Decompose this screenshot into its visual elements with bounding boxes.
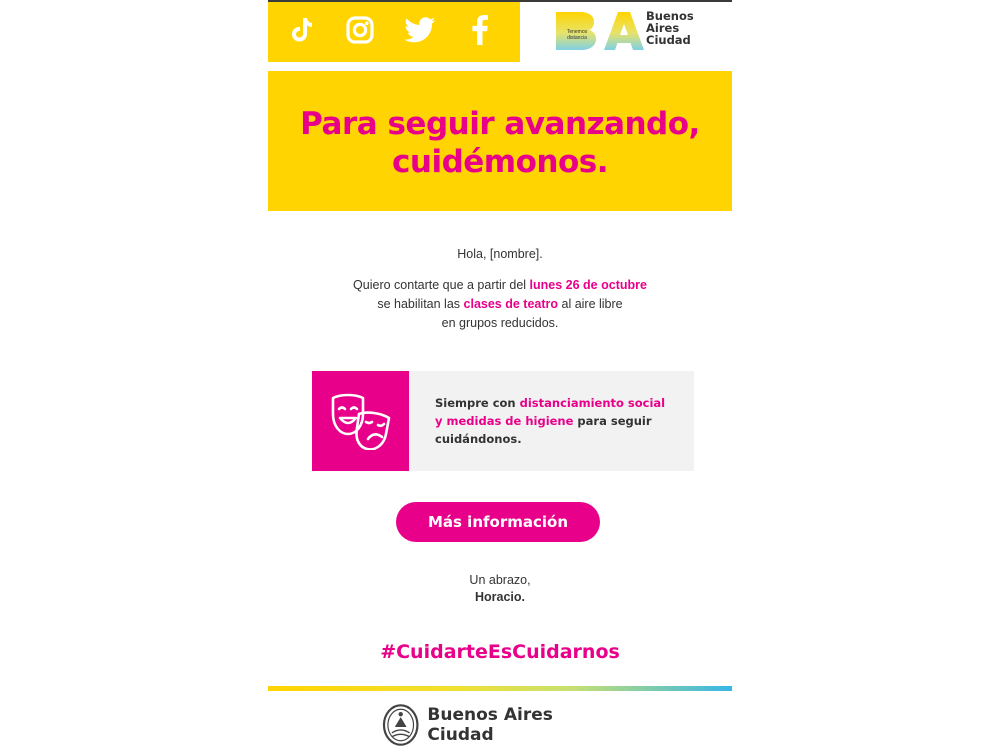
message: Quiero contarte que a partir del lunes 2…	[268, 276, 732, 333]
hashtag: #CuidarteEsCuidarnos	[380, 641, 620, 663]
info-line3: cuidándonos.	[435, 432, 522, 446]
info-line2-text: para seguir	[573, 414, 652, 428]
info-line2: y medidas de higiene para seguir	[435, 412, 675, 430]
signoff-name: Horacio.	[474, 590, 525, 604]
theater-masks-icon	[331, 393, 390, 450]
message-line3: en grupos reducidos.	[441, 316, 559, 330]
message-line2: se habilitan las clases de teatro al air…	[268, 295, 732, 314]
city-logo: Tenemos distancia Buenos Aires Ciudad	[520, 0, 732, 62]
message-line2-end: al aire libre	[558, 297, 623, 311]
more-info-button[interactable]: Más información	[396, 502, 600, 542]
logo-name-line3: Ciudad	[646, 33, 691, 47]
message-line1-text: Quiero contarte que a partir del	[353, 278, 530, 292]
hero-title-line1: Para seguir avanzando,	[300, 106, 700, 142]
facebook-icon[interactable]	[462, 12, 498, 48]
footer-brand: Buenos Aires Ciudad	[427, 705, 553, 745]
gradient-divider	[268, 686, 732, 691]
email-body: Tenemos distancia Buenos Aires Ciudad Pa…	[268, 0, 732, 750]
info-line1-text: Siempre con	[435, 396, 520, 410]
distancing-highlight: distanciamiento social	[519, 396, 666, 410]
social-bar	[268, 0, 520, 62]
signoff: Un abrazo, Horacio.	[268, 572, 732, 606]
hygiene-highlight: y medidas de higiene	[435, 414, 574, 428]
logo-a-mark	[604, 12, 644, 50]
activity-highlight: clases de teatro	[463, 297, 559, 311]
message-line1: Quiero contarte que a partir del lunes 2…	[268, 276, 732, 295]
greeting: Hola, [nombre].	[457, 247, 543, 261]
info-line1: Siempre con distanciamiento social	[435, 394, 675, 412]
footer-logo: Buenos Aires Ciudad	[382, 702, 622, 748]
hero-title: Para seguir avanzando, cuidémonos.	[268, 105, 732, 181]
instagram-icon[interactable]	[342, 12, 378, 48]
logo-name: Buenos Aires Ciudad	[646, 10, 716, 46]
date-highlight: lunes 26 de octubre	[529, 278, 647, 292]
info-text: Siempre con distanciamiento social y med…	[435, 394, 675, 448]
tiktok-icon[interactable]	[284, 12, 320, 48]
logo-small-text: Tenemos distancia	[566, 29, 588, 41]
info-icon-block	[312, 371, 409, 471]
message-line2-text: se habilitan las	[377, 297, 464, 311]
hero-banner: Para seguir avanzando, cuidémonos.	[268, 71, 732, 211]
signoff-line1: Un abrazo,	[469, 573, 531, 587]
info-box: Siempre con distanciamiento social y med…	[312, 371, 694, 471]
city-seal-icon	[382, 704, 419, 746]
twitter-icon[interactable]	[402, 12, 438, 48]
hero-title-line2: cuidémonos.	[392, 144, 608, 180]
